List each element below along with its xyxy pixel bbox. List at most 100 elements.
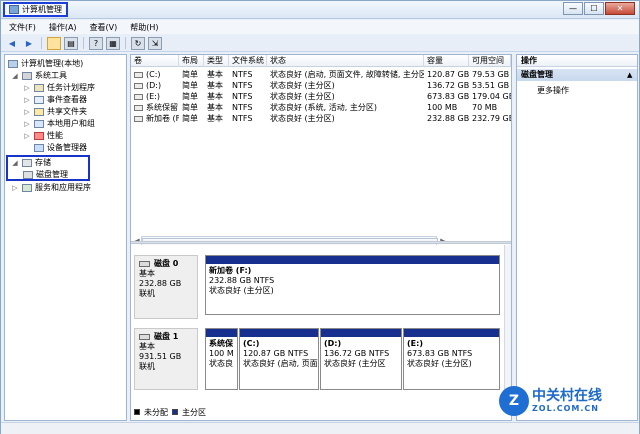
col-filesystem[interactable]: 文件系统 bbox=[229, 55, 267, 67]
window-controls: — ☐ ✕ bbox=[563, 2, 635, 15]
volume-type: 基本 bbox=[207, 92, 223, 101]
maximize-button[interactable]: ☐ bbox=[584, 2, 604, 15]
partition-system-reserved[interactable]: 系统保 100 M 状态良 bbox=[205, 328, 238, 390]
partition-text: (E:) 673.83 GB NTFS 状态良好 (主分区) bbox=[404, 337, 499, 371]
expand-arrow-icon[interactable]: ▷ bbox=[23, 96, 31, 104]
volume-type: 基本 bbox=[207, 103, 223, 112]
disk-name: 磁盘 1 bbox=[154, 332, 179, 341]
col-volume[interactable]: 卷 bbox=[131, 55, 179, 67]
hard-disk-icon bbox=[139, 334, 150, 340]
partition-c[interactable]: (C:) 120.87 GB NTFS 状态良好 (启动, 页面 bbox=[239, 328, 319, 390]
expand-arrow-icon[interactable]: ▷ bbox=[23, 108, 31, 116]
legend-primary: 主分区 bbox=[182, 407, 206, 417]
col-capacity[interactable]: 容量 bbox=[424, 55, 469, 67]
zol-text: 中关村在线 ZOL.COM.CN bbox=[532, 388, 602, 414]
primary-partition-bar bbox=[206, 329, 237, 337]
storage-highlight-box bbox=[6, 155, 90, 181]
disk-view-scrollbar[interactable] bbox=[504, 245, 511, 391]
toolbar-separator bbox=[41, 37, 42, 49]
volume-name: (C:) bbox=[146, 70, 161, 79]
col-free-space[interactable]: 可用空间 bbox=[469, 55, 511, 67]
event-log-icon bbox=[34, 95, 44, 104]
partition-name: (C:) bbox=[243, 339, 260, 348]
volume-free: 79.53 GB bbox=[472, 70, 510, 79]
menu-help[interactable]: 帮助(H) bbox=[130, 22, 158, 33]
disk-0-name-row: 磁盘 0 bbox=[139, 259, 193, 269]
col-layout[interactable]: 布局 bbox=[179, 55, 204, 67]
volume-filesystem: NTFS bbox=[232, 70, 253, 79]
collapse-up-icon[interactable]: ▲ bbox=[627, 71, 632, 79]
menu-view[interactable]: 查看(V) bbox=[90, 22, 118, 33]
volume-free: 70 MB bbox=[472, 103, 498, 112]
actions-pane: 操作 磁盘管理 ▲ 更多操作 bbox=[516, 54, 638, 421]
tree-item-shared-folders[interactable]: ▷ 共享文件夹 bbox=[23, 106, 87, 117]
actions-title: 操作 bbox=[517, 55, 637, 67]
menu-action[interactable]: 操作(A) bbox=[49, 22, 77, 33]
volume-capacity: 673.83 GB bbox=[427, 92, 469, 101]
col-status[interactable]: 状态 bbox=[267, 55, 424, 67]
forward-icon[interactable]: ▶ bbox=[22, 37, 36, 50]
volume-icon bbox=[134, 71, 143, 78]
partition-size: 120.87 GB NTFS bbox=[243, 349, 309, 358]
volume-row[interactable]: (D:) 简单 基本 NTFS 状态良好 (主分区) 136.72 GB 53.… bbox=[131, 80, 511, 91]
partition-status: 状态良好 (启动, 页面 bbox=[243, 359, 318, 368]
pane-splitter[interactable] bbox=[131, 241, 511, 244]
tree-item-local-users[interactable]: ▷ 本地用户和组 bbox=[23, 118, 95, 129]
expand-arrow-icon[interactable]: ▷ bbox=[23, 132, 31, 140]
more-actions-link[interactable]: 更多操作 bbox=[537, 85, 569, 96]
tree-item-event-viewer[interactable]: ▷ 事件查看器 bbox=[23, 94, 87, 105]
col-type[interactable]: 类型 bbox=[204, 55, 229, 67]
partition-d[interactable]: (D:) 136.72 GB NTFS 状态良好 (主分区 bbox=[320, 328, 402, 390]
tree-label: 事件查看器 bbox=[47, 95, 87, 104]
back-icon[interactable]: ◀ bbox=[5, 37, 19, 50]
partition-e[interactable]: (E:) 673.83 GB NTFS 状态良好 (主分区) bbox=[403, 328, 500, 390]
refresh-icon[interactable]: ↻ bbox=[131, 36, 145, 50]
properties-icon[interactable]: ▦ bbox=[106, 36, 120, 50]
volume-status: 状态良好 (主分区) bbox=[270, 114, 335, 123]
disk-size: 232.88 GB bbox=[139, 279, 182, 288]
tree-item-device-manager[interactable]: 设备管理器 bbox=[34, 142, 87, 153]
volume-layout: 简单 bbox=[182, 81, 198, 90]
volume-type: 基本 bbox=[207, 81, 223, 90]
expand-arrow-icon[interactable]: ▷ bbox=[23, 120, 31, 128]
export-icon[interactable]: ⇲ bbox=[148, 36, 162, 50]
expand-arrow-icon[interactable]: ▷ bbox=[23, 84, 31, 92]
menu-bar: 文件(F) 操作(A) 查看(V) 帮助(H) bbox=[1, 20, 639, 34]
tree-item-system-tools[interactable]: ◢ 系统工具 bbox=[11, 70, 67, 81]
disk-1-label[interactable]: 磁盘 1 基本 931.51 GB 联机 bbox=[134, 328, 198, 390]
partition-status: 状态良好 (主分区) bbox=[407, 359, 472, 368]
volume-row[interactable]: (C:) 简单 基本 NTFS 状态良好 (启动, 页面文件, 故障转储, 主分… bbox=[131, 69, 511, 80]
show-hide-tree-icon[interactable]: ▤ bbox=[64, 36, 78, 50]
folder-icon bbox=[34, 107, 44, 116]
help-icon[interactable]: ? bbox=[89, 36, 103, 50]
legend: 未分配 主分区 bbox=[134, 406, 510, 418]
close-button[interactable]: ✕ bbox=[605, 2, 635, 15]
partition-size: 100 M bbox=[209, 349, 234, 358]
volume-icon bbox=[134, 104, 143, 111]
tree-item-root[interactable]: 计算机管理(本地) bbox=[8, 58, 83, 69]
menu-file[interactable]: 文件(F) bbox=[9, 22, 36, 33]
volume-layout: 简单 bbox=[182, 103, 198, 112]
expand-arrow-icon[interactable]: ▷ bbox=[11, 184, 19, 192]
volume-row[interactable]: 新加卷 (F:) 简单 基本 NTFS 状态良好 (主分区) 232.88 GB… bbox=[131, 113, 511, 124]
collapse-arrow-icon[interactable]: ◢ bbox=[11, 72, 19, 80]
volume-filesystem: NTFS bbox=[232, 114, 253, 123]
status-bar bbox=[1, 422, 639, 434]
volume-status: 状态良好 (主分区) bbox=[270, 92, 335, 101]
volume-layout: 简单 bbox=[182, 70, 198, 79]
volume-status: 状态良好 (主分区) bbox=[270, 81, 335, 90]
disk-0-label[interactable]: 磁盘 0 基本 232.88 GB 联机 bbox=[134, 255, 198, 319]
minimize-button[interactable]: — bbox=[563, 2, 583, 15]
volume-row[interactable]: (E:) 简单 基本 NTFS 状态良好 (主分区) 673.83 GB 179… bbox=[131, 91, 511, 102]
partition-status: 状态良 bbox=[209, 359, 233, 368]
volume-name: (E:) bbox=[146, 92, 160, 101]
up-icon[interactable] bbox=[47, 36, 61, 50]
tree-item-performance[interactable]: ▷ 性能 bbox=[23, 130, 63, 141]
tree-item-task-scheduler[interactable]: ▷ 任务计划程序 bbox=[23, 82, 95, 93]
disk-status: 联机 bbox=[139, 362, 155, 371]
tree-item-services[interactable]: ▷ 服务和应用程序 bbox=[11, 182, 91, 193]
volume-free: 53.51 GB bbox=[472, 81, 510, 90]
actions-section-disk-management[interactable]: 磁盘管理 bbox=[517, 69, 637, 81]
partition-f[interactable]: 新加卷 (F:) 232.88 GB NTFS 状态良好 (主分区) bbox=[205, 255, 500, 315]
volume-row[interactable]: 系统保留 简单 基本 NTFS 状态良好 (系统, 活动, 主分区) 100 M… bbox=[131, 102, 511, 113]
